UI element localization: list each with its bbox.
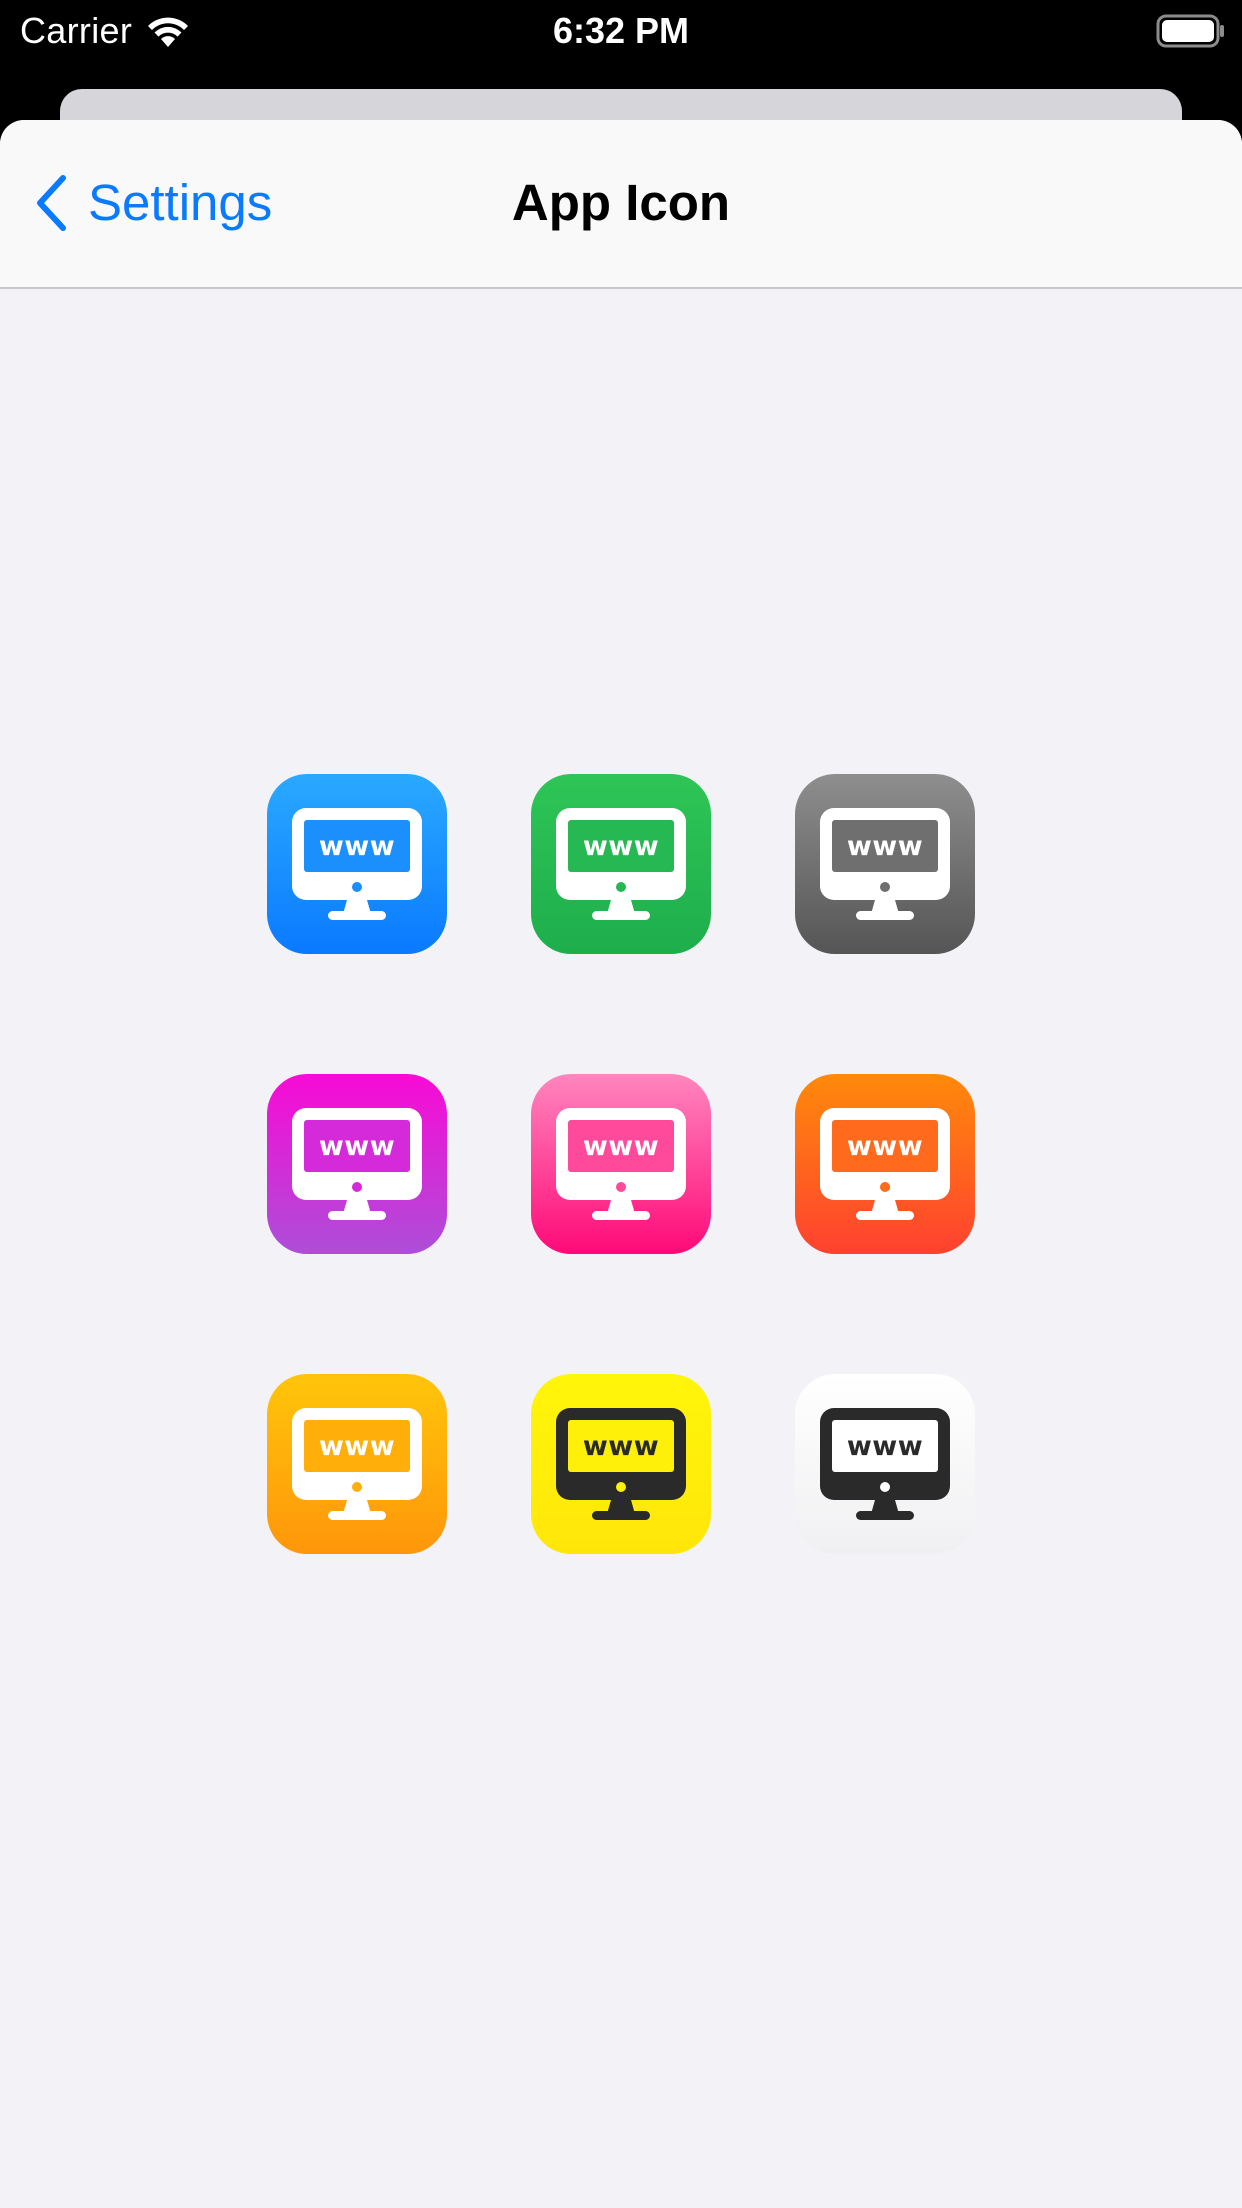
app-icon-option-pink[interactable]: www [531,1074,711,1254]
monitor-icon [267,1374,447,1554]
navigation-bar: Settings App Icon [0,120,1242,289]
app-icon-option-purple[interactable]: www [267,1074,447,1254]
www-label: www [318,1431,396,1462]
status-time: 6:32 PM [552,10,690,51]
www-label: www [318,1131,396,1162]
page-title: App Icon [511,174,731,231]
www-label: www [318,831,396,862]
app-icon-option-amber[interactable]: www [267,1374,447,1554]
www-label: www [846,1131,924,1162]
app-icon-option-orange[interactable]: www [795,1074,975,1254]
www-label: www [846,1431,924,1462]
app-icon-option-yellow[interactable]: www [531,1374,711,1554]
app-icon-option-blue[interactable]: www [267,774,447,954]
www-label: www [582,1431,660,1462]
www-label: www [582,1131,660,1162]
app-icon-grid: www www www www www www www www www [267,774,975,1554]
monitor-icon [531,1074,711,1254]
app-icon-option-white[interactable]: www [795,1374,975,1554]
monitor-icon [795,1074,975,1254]
status-bar: Carrier 6:32 PM [0,0,1242,62]
www-label: www [582,831,660,862]
monitor-icon [531,1374,711,1554]
monitor-icon [267,774,447,954]
monitor-icon [795,774,975,954]
monitor-icon [531,774,711,954]
battery-icon [1156,14,1226,48]
app-icon-option-green[interactable]: www [531,774,711,954]
www-label: www [846,831,924,862]
app-icon-option-gray[interactable]: www [795,774,975,954]
monitor-icon [267,1074,447,1254]
monitor-icon [795,1374,975,1554]
app-icon-sheet: Settings App Icon www www www www www www www w… [0,120,1242,2208]
